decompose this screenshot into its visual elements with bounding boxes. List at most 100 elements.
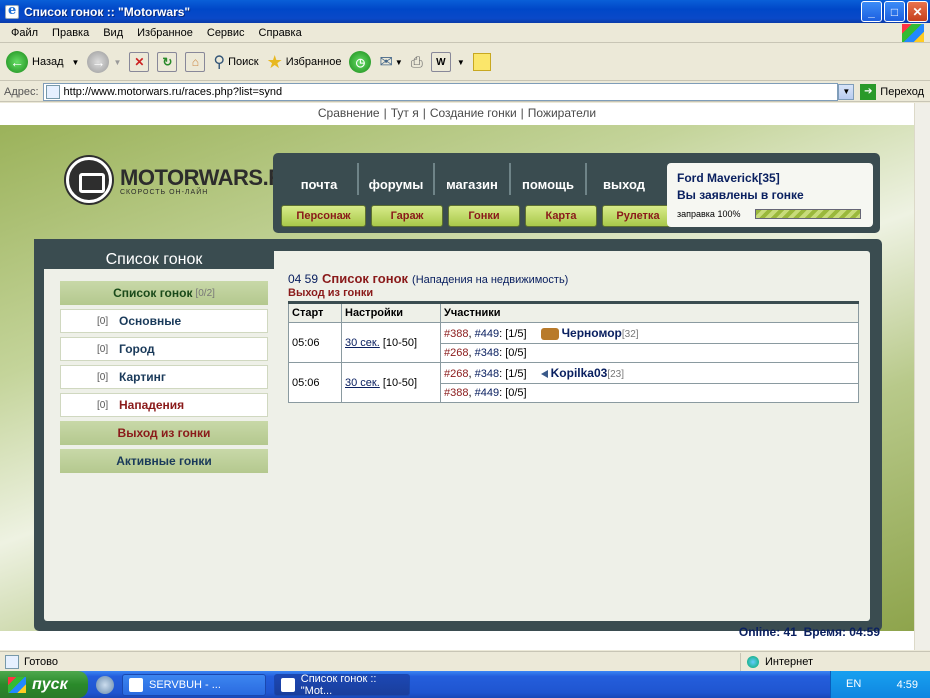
sidebar-item-label: Картинг xyxy=(119,370,166,384)
user-name[interactable]: Ford Maverick[35] xyxy=(677,171,780,185)
note-icon xyxy=(472,53,491,71)
mail-dropdown-icon[interactable]: ▼ xyxy=(395,58,403,67)
taskbar-item-servbuh[interactable]: SERVBUH - ... xyxy=(122,673,266,696)
stop-button[interactable]: ✕ xyxy=(129,52,150,72)
sidebar-item-active-races[interactable]: Активные гонки xyxy=(60,449,268,473)
link-devourers[interactable]: Пожиратели xyxy=(528,106,596,120)
page-content: Сравнение | Тут я | Создание гонки | Пожирател… xyxy=(0,103,914,650)
races-button[interactable]: Гонки xyxy=(448,205,520,227)
sidebar-item-count: [0] xyxy=(97,343,109,355)
home-button[interactable]: ⌂ xyxy=(185,52,206,72)
globe-icon xyxy=(747,655,759,668)
link-create-race[interactable]: Создание гонки xyxy=(430,106,517,120)
taskbar-item-browser[interactable]: Список гонок :: "Mot... xyxy=(274,673,410,697)
race-settings: 30 сек. [10-50] xyxy=(341,321,441,364)
sidebar-item-leave-race[interactable]: Выход из гонки xyxy=(60,421,268,445)
sidebar-item-label: Нападения xyxy=(119,398,185,412)
slot-link[interactable]: #268 xyxy=(444,347,468,359)
close-button[interactable]: ✕ xyxy=(907,1,928,22)
slot-link[interactable]: #348 xyxy=(475,368,499,380)
menu-help[interactable]: Справка xyxy=(252,27,309,39)
player-name[interactable]: Черномор xyxy=(562,326,622,340)
vertical-scrollbar[interactable] xyxy=(914,103,930,650)
browser-toolbar: ← Назад ▼ → ▼ ✕ ↻ ⌂ ⚲ Поиск ★ Избранное … xyxy=(0,44,930,81)
go-button[interactable]: ➔ Переход xyxy=(858,83,930,100)
page-subtitle: (Нападения на недвижимость) xyxy=(412,274,569,286)
forward-dropdown-icon[interactable]: ▼ xyxy=(113,58,121,67)
edit-dropdown-icon[interactable]: ▼ xyxy=(457,58,465,67)
menu-file[interactable]: Файл xyxy=(4,27,45,39)
notes-button[interactable] xyxy=(472,53,491,71)
go-label: Переход xyxy=(880,85,924,98)
maximize-button[interactable]: □ xyxy=(884,1,905,22)
nav-help[interactable]: помощь xyxy=(509,163,585,195)
slot-link[interactable]: #388 xyxy=(444,387,468,399)
search-button[interactable]: ⚲ Поиск xyxy=(213,52,258,72)
favorites-label: Избранное xyxy=(285,56,342,68)
back-dropdown-icon[interactable]: ▼ xyxy=(72,58,80,67)
site-area: MOTORWARS.RU СКОРОСТЬ ОН-ЛАЙН почта фору… xyxy=(0,125,914,639)
table-row: 05:06 30 сек. [10-50] #388, #449: [1/5] Ч… xyxy=(288,321,859,364)
character-button[interactable]: Персонаж xyxy=(281,205,366,227)
car-icon xyxy=(540,328,559,341)
slot-link[interactable]: #388 xyxy=(444,328,468,340)
quicklaunch-icon[interactable] xyxy=(96,675,114,694)
back-button[interactable]: ← Назад ▼ xyxy=(6,51,79,73)
player-name[interactable]: Kopilka03 xyxy=(551,366,608,380)
sidebar-item-karting[interactable]: [0] Картинг xyxy=(60,365,268,389)
sidebar-item-label: Город xyxy=(119,342,155,356)
slot-link[interactable]: #268 xyxy=(444,368,468,380)
start-button[interactable]: пуск xyxy=(0,671,88,698)
edit-button[interactable]: W ▼ xyxy=(430,52,465,72)
task-label: SERVBUH - ... xyxy=(149,678,221,691)
slot-link[interactable]: #348 xyxy=(475,347,499,359)
history-button[interactable]: ◷ xyxy=(349,51,372,73)
link-here[interactable]: Тут я xyxy=(391,106,419,120)
clock[interactable]: 4:59 xyxy=(897,679,918,691)
sidebar-item-main[interactable]: [0] Основные xyxy=(60,309,268,333)
race-slot: #268, #348: [1/5] Kopilka03[23] xyxy=(440,362,859,385)
word-icon: W xyxy=(430,52,451,72)
sidebar-item-city[interactable]: [0] Город xyxy=(60,337,268,361)
nav-shop[interactable]: магазин xyxy=(433,163,509,195)
logo-emblem-icon xyxy=(66,157,112,203)
sidebar-item-attacks[interactable]: [0] Нападения xyxy=(60,393,268,417)
favorites-button[interactable]: ★ Избранное xyxy=(267,52,342,73)
player-level: [23] xyxy=(607,369,625,381)
nav-forums[interactable]: форумы xyxy=(357,163,433,195)
race-duration-link[interactable]: 30 сек. xyxy=(345,377,380,389)
slot-link[interactable]: #449 xyxy=(475,328,499,340)
language-indicator[interactable]: EN xyxy=(846,678,861,690)
main-nav-panel: почта форумы магазин помощь выход Персон… xyxy=(273,153,880,233)
menu-edit[interactable]: Правка xyxy=(45,27,96,39)
page-icon xyxy=(45,84,60,99)
mail-button[interactable]: ✉ ▼ xyxy=(379,52,402,72)
roulette-button[interactable]: Рулетка xyxy=(602,205,674,227)
menu-view[interactable]: Вид xyxy=(96,27,130,39)
user-status: Вы заявлены в гонке xyxy=(677,188,804,202)
link-compare[interactable]: Сравнение xyxy=(318,106,380,120)
sidebar-item-race-list[interactable]: Список гонок [0/2] xyxy=(60,281,268,305)
column-header-start: Старт xyxy=(288,301,342,323)
leave-race-link[interactable]: Выход из гонки xyxy=(288,287,373,299)
print-button[interactable]: ⎙ xyxy=(411,54,423,71)
zone-label: Интернет xyxy=(765,655,813,668)
windows-flag-icon xyxy=(8,676,26,693)
refresh-button[interactable]: ↻ xyxy=(157,52,178,72)
menu-favorites[interactable]: Избранное xyxy=(130,27,200,39)
nav-mail[interactable]: почта xyxy=(281,163,357,195)
forward-button[interactable]: → ▼ xyxy=(87,51,121,73)
map-button[interactable]: Карта xyxy=(525,205,597,227)
garage-button[interactable]: Гараж xyxy=(371,205,443,227)
slot-link[interactable]: #449 xyxy=(475,387,499,399)
race-duration-link[interactable]: 30 сек. xyxy=(345,337,380,349)
slot-count: : [1/5] xyxy=(499,368,527,381)
address-dropdown-icon[interactable]: ▼ xyxy=(838,83,855,100)
address-input[interactable]: http://www.motorwars.ru/races.php?list=s… xyxy=(42,82,839,101)
minimize-button[interactable]: _ xyxy=(861,1,882,22)
sidebar-item-count: [0] xyxy=(97,399,109,411)
nav-logout[interactable]: выход xyxy=(585,163,661,195)
menu-tools[interactable]: Сервис xyxy=(200,27,252,39)
site-logo[interactable]: MOTORWARS.RU СКОРОСТЬ ОН-ЛАЙН xyxy=(66,157,299,203)
star-icon: ★ xyxy=(266,51,283,72)
